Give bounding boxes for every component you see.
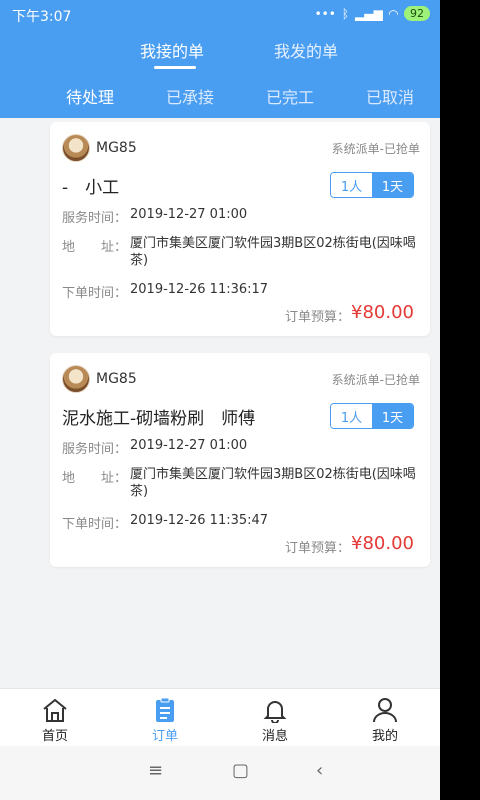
bluetooth-icon: ᛒ — [341, 6, 350, 21]
avatar — [62, 365, 90, 393]
subtab-pending[interactable]: 待处理 — [66, 84, 114, 108]
nav-orders-label: 订单 — [151, 729, 178, 744]
subtab-accepted[interactable]: 已承接 — [166, 84, 214, 108]
header: 下午3:07 ••• ᛒ ▂▄▆ ◜◝ 92 我接的单 我发的单 待处理 已承接… — [0, 0, 440, 118]
system-nav-bar: ≡ ▢ ‹ — [0, 746, 440, 800]
nav-profile[interactable]: 我的 — [330, 689, 440, 747]
address: 厦门市集美区厦门软件园3期B区02栋街电(因味喝茶) — [130, 236, 416, 268]
wifi-icon: ◜◝ — [388, 6, 398, 21]
order-user: MG85 — [96, 371, 137, 387]
days-count[interactable]: 1天 — [372, 173, 413, 197]
dots-icon: ••• — [314, 6, 336, 21]
tab-posted-orders[interactable]: 我发的单 — [274, 38, 338, 62]
service-time: 2019-12-27 01:00 — [130, 207, 248, 222]
order-status: 系统派单-已抢单 — [331, 373, 420, 387]
nav-home-label: 首页 — [41, 729, 68, 744]
order-time: 2019-12-26 11:36:17 — [130, 282, 269, 297]
order-status: 系统派单-已抢单 — [331, 142, 420, 156]
people-count[interactable]: 1人 — [331, 173, 372, 197]
order-title: 泥水施工-砌墙粉刷 师傅 — [62, 409, 256, 429]
clipboard-icon — [156, 697, 174, 722]
days-count[interactable]: 1天 — [372, 404, 413, 428]
bottom-nav: 首页 订单 消息 我的 — [0, 688, 440, 747]
nav-messages[interactable]: 消息 — [220, 689, 330, 747]
subtab-completed[interactable]: 已完工 — [266, 84, 314, 108]
menu-icon[interactable]: ≡ — [148, 760, 163, 781]
people-count[interactable]: 1人 — [331, 404, 372, 428]
user-icon — [373, 698, 397, 723]
budget-label: 订单预算： — [284, 541, 350, 556]
order-user: MG85 — [96, 140, 137, 156]
status-bar: 下午3:07 ••• ᛒ ▂▄▆ ◜◝ 92 — [0, 0, 440, 30]
bell-icon — [263, 701, 287, 723]
top-tabs: 我接的单 我发的单 — [0, 38, 440, 70]
subtab-cancelled[interactable]: 已取消 — [366, 84, 414, 108]
nav-orders[interactable]: 订单 — [110, 689, 220, 747]
order-card[interactable]: MG85 系统派单-已抢单 泥水施工-砌墙粉刷 师傅 1人 1天 服务时间： 2… — [50, 353, 430, 567]
budget-price: ¥80.00 — [351, 302, 414, 323]
square-icon[interactable]: ▢ — [232, 760, 249, 781]
signal-icon: ▂▄▆ — [355, 6, 383, 21]
budget-label: 订单预算： — [284, 310, 350, 325]
address-label: 地 址： — [62, 240, 128, 255]
status-icons: ••• ᛒ ▂▄▆ ◜◝ 92 — [315, 6, 430, 21]
home-icon — [43, 698, 67, 722]
nav-messages-label: 消息 — [261, 729, 288, 744]
back-icon[interactable]: ‹ — [316, 760, 323, 781]
people-days-toggle[interactable]: 1人 1天 — [330, 172, 414, 198]
battery-icon: 92 — [404, 6, 430, 21]
order-time: 2019-12-26 11:35:47 — [130, 513, 269, 528]
service-time: 2019-12-27 01:00 — [130, 438, 248, 453]
avatar — [62, 134, 90, 162]
app-screen: 下午3:07 ••• ᛒ ▂▄▆ ◜◝ 92 我接的单 我发的单 待处理 已承接… — [0, 0, 440, 800]
people-days-toggle[interactable]: 1人 1天 — [330, 403, 414, 429]
sub-tabs: 待处理 已承接 已完工 已取消 — [0, 84, 440, 110]
tab-received-orders[interactable]: 我接的单 — [140, 38, 204, 62]
order-time-label: 下单时间： — [62, 286, 128, 301]
address: 厦门市集美区厦门软件园3期B区02栋街电(因味喝茶) — [130, 467, 416, 499]
order-card[interactable]: MG85 系统派单-已抢单 - 小工 1人 1天 服务时间： 2019-12-2… — [50, 122, 430, 336]
service-time-label: 服务时间： — [62, 442, 128, 457]
budget-price: ¥80.00 — [351, 533, 414, 554]
order-title: - 小工 — [62, 178, 120, 198]
nav-profile-label: 我的 — [371, 729, 398, 744]
tab-indicator — [154, 66, 196, 69]
status-time: 下午3:07 — [12, 9, 72, 25]
nav-home[interactable]: 首页 — [0, 689, 110, 747]
order-time-label: 下单时间： — [62, 517, 128, 532]
address-label: 地 址： — [62, 471, 128, 486]
service-time-label: 服务时间： — [62, 211, 128, 226]
